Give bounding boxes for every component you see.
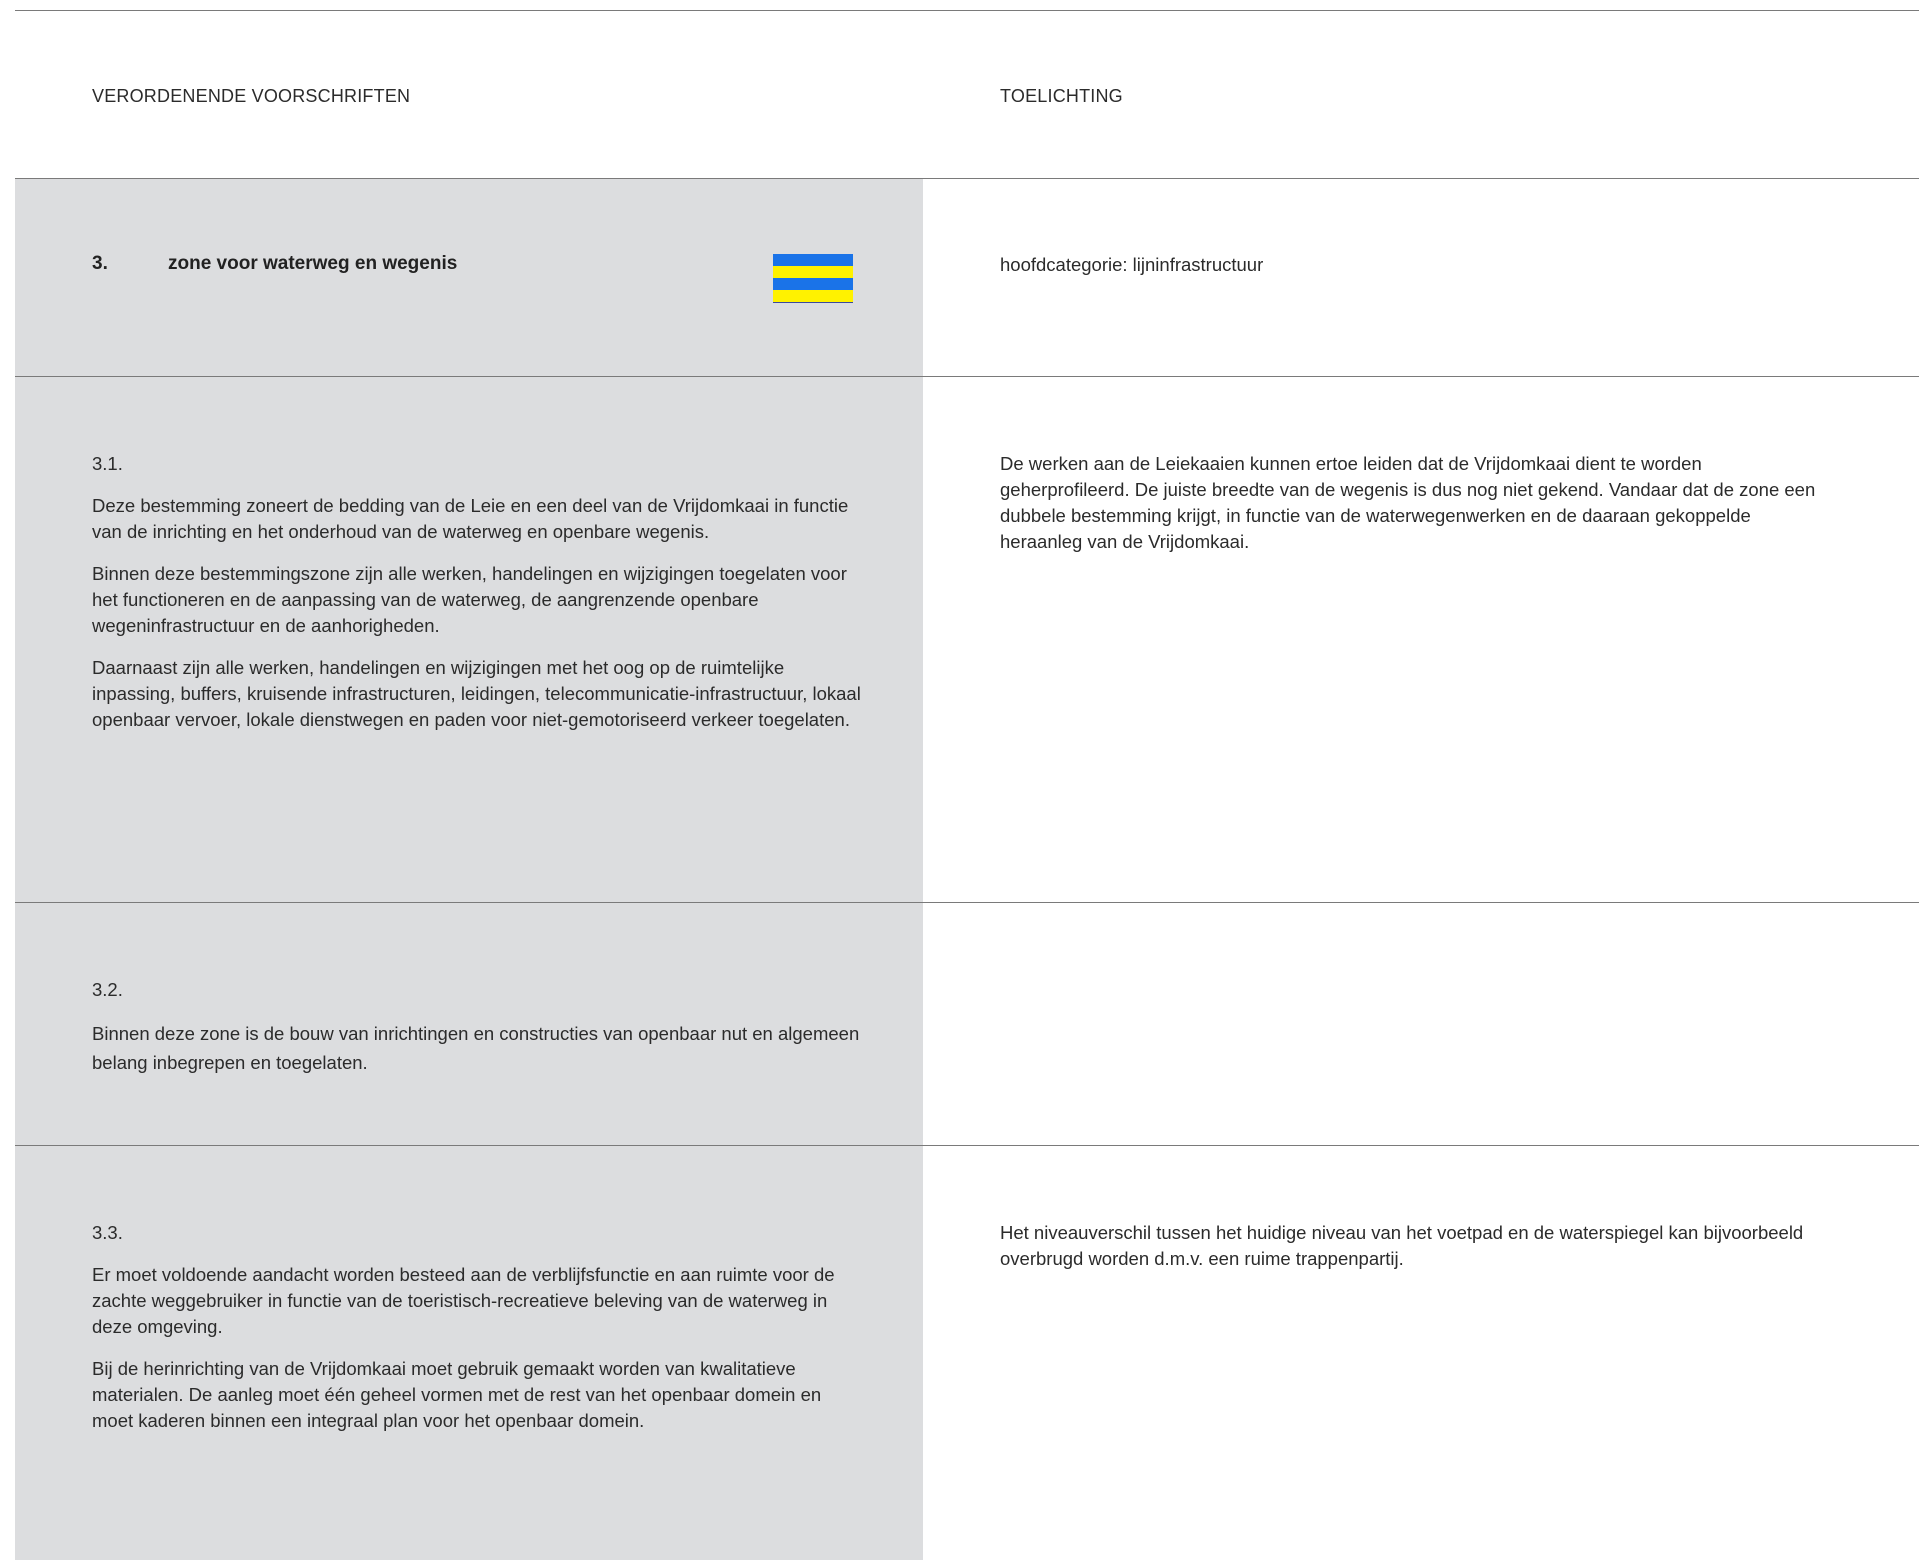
article-paragraph: Er moet voldoende aandacht worden bestee… bbox=[92, 1264, 835, 1337]
article-paragraph: Bij de herinrichting van de Vrijdomkaai … bbox=[92, 1358, 822, 1431]
explanation-paragraph: De werken aan de Leiekaaien kunnen ertoe… bbox=[1000, 453, 1816, 552]
article-paragraph: Daarnaast zijn alle werken, handelingen … bbox=[92, 657, 861, 730]
section-category: hoofdcategorie: lijninfrastructuur bbox=[1000, 254, 1264, 275]
article-3-3: 3.3. Er moet voldoende aandacht worden b… bbox=[92, 1220, 862, 1450]
document-page: VERORDENENDE VOORSCHRIFTEN TOELICHTING 3… bbox=[15, 0, 1919, 1560]
right-column-title: TOELICHTING bbox=[1000, 86, 1123, 106]
legend-stripe-yellow bbox=[773, 266, 853, 278]
divider bbox=[15, 10, 1919, 11]
article-3-1-explanation: De werken aan de Leiekaaien kunnen ertoe… bbox=[1000, 451, 1830, 571]
article-paragraph: Deze bestemming zoneert de bedding van d… bbox=[92, 495, 849, 542]
section-title: zone voor waterweg en wegenis bbox=[168, 253, 458, 274]
zone-legend-swatch bbox=[773, 254, 853, 303]
article-3-1: 3.1. Deze bestemming zoneert de bedding … bbox=[92, 451, 862, 749]
article-number: 3.2. bbox=[92, 979, 123, 1000]
legend-stripe-blue bbox=[773, 278, 853, 290]
article-number: 3.1. bbox=[92, 453, 123, 474]
article-paragraph: Binnen deze zone is de bouw van inrichti… bbox=[92, 1023, 860, 1073]
article-3-2: 3.2. Binnen deze zone is de bouw van inr… bbox=[92, 977, 862, 1093]
legend-stripe-yellow bbox=[773, 290, 853, 302]
explanation-paragraph: Het niveauverschil tussen het huidige ni… bbox=[1000, 1222, 1804, 1269]
section-number: 3. bbox=[92, 253, 108, 274]
article-number: 3.3. bbox=[92, 1222, 123, 1243]
article-3-3-explanation: Het niveauverschil tussen het huidige ni… bbox=[1000, 1220, 1830, 1288]
article-paragraph: Binnen deze bestemmingszone zijn alle we… bbox=[92, 563, 847, 636]
left-column-title: VERORDENENDE VOORSCHRIFTEN bbox=[92, 86, 411, 106]
legend-stripe-blue bbox=[773, 254, 853, 266]
